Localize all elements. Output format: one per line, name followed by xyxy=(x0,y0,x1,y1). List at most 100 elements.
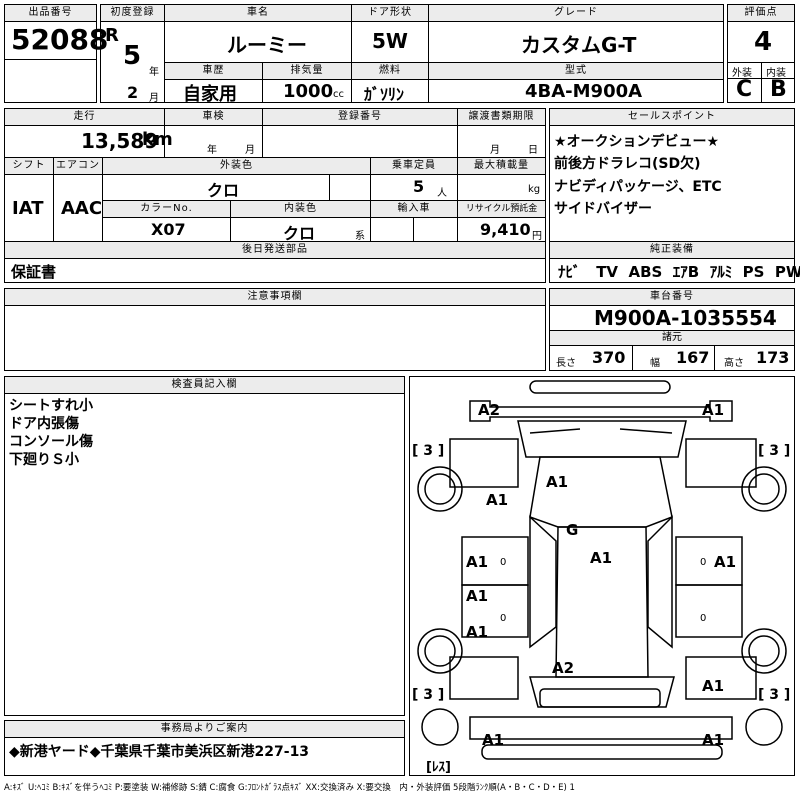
bracket-mark: [ 3 ] xyxy=(412,687,444,703)
dims-label: 諸元 xyxy=(550,331,794,346)
equipment-list: ﾅﾋﾞ TV ABS ｴｱB ｱﾙﾐ PS PW xyxy=(558,261,800,282)
color-no-value: X07 xyxy=(151,220,186,239)
bracket-mark: [ 3 ] xyxy=(758,687,790,703)
sales-point-line: 前後方ドラレコ(SD欠) xyxy=(554,156,701,172)
first-reg-month-unit: 月 xyxy=(149,93,159,104)
legend: A:ｷｽﾞ U:ﾍｺﾐ B:ｷｽﾞを伴うﾍｺﾐ P:要塗装 W:補修跡 S:錆 … xyxy=(4,783,575,793)
damage-mark: A1 xyxy=(486,491,508,509)
first-reg-year-unit: 年 xyxy=(149,67,159,78)
sales-point-line: サイドバイザー xyxy=(554,201,652,217)
damage-mark: A1 xyxy=(702,731,724,749)
dims-len-label: 長さ xyxy=(556,358,576,369)
int-color-box: 内装色 クロ 系 xyxy=(230,200,371,243)
zero-mark: 0 xyxy=(500,557,506,568)
inspector-box: 検査員記入欄 シートすれ小 ドア内張傷 コンソール傷 下廻りＳ小 xyxy=(4,376,405,716)
max-load-label: 最大積載量 xyxy=(458,158,545,175)
equipment-item: ｱﾙﾐ xyxy=(709,263,733,281)
displacement-label: 排気量 xyxy=(263,63,351,80)
reg-no-label: 登録番号 xyxy=(263,109,457,126)
dims-wid-label: 幅 xyxy=(650,358,660,369)
zero-mark: 0 xyxy=(500,613,506,624)
first-reg-year: 5 xyxy=(123,41,142,71)
score-box: 評価点 4 xyxy=(727,4,795,63)
notes-box: 注意事項欄 xyxy=(4,288,546,371)
max-load-box: 最大積載量 kg xyxy=(457,157,546,201)
recycle-label: リサイクル預託金 xyxy=(458,201,545,218)
model-value: 4BA-M900A xyxy=(525,81,643,102)
score-label: 評価点 xyxy=(728,5,794,22)
dims-hei: 173 xyxy=(756,348,790,367)
recycle-value: 9,410 xyxy=(480,220,531,239)
office-value: ◆新港ヤード◆千葉県千葉市美浜区新港227-13 xyxy=(9,744,310,760)
equipment-item: ｴｱB xyxy=(672,263,700,281)
bracket-mark: [ 3 ] xyxy=(758,443,790,459)
capacity-value: 5 xyxy=(413,177,425,196)
car-name-box: 車名 ルーミー xyxy=(164,4,352,63)
score-int: B xyxy=(770,77,787,102)
lot-label: 出品番号 xyxy=(5,5,96,22)
chassis-box: 車台番号 M900A-1035554 諸元 長さ 370 幅 167 高さ 17… xyxy=(549,288,795,371)
sales-point-line: ★オークションデビュー★ xyxy=(554,134,720,150)
transfer-month: 月 xyxy=(490,145,500,156)
damage-mark: A1 xyxy=(466,623,488,641)
damage-mark: A1 xyxy=(466,553,488,571)
equipment-item: ABS xyxy=(628,263,663,281)
doors-value: 5W xyxy=(372,29,408,53)
later-parts-box: 後日発送部品 保証書 xyxy=(4,241,546,283)
displacement-unit: cc xyxy=(333,89,344,100)
fuel-value: ｶﾞｿﾘﾝ xyxy=(364,85,405,104)
chassis-value: M900A-1035554 xyxy=(594,306,777,330)
displacement-value: 1000 xyxy=(283,81,334,102)
less-mark: [ﾚｽ] xyxy=(426,760,451,775)
ext-color-box: 外装色 クロ xyxy=(102,157,371,201)
sales-point-line: ナビディパッケージ、ETC xyxy=(554,179,722,195)
damage-mark: A1 xyxy=(714,553,736,571)
grade-value: カスタムG-T xyxy=(521,33,637,57)
damage-mark: A2 xyxy=(552,659,574,677)
recycle-unit: 円 xyxy=(532,231,542,242)
aircon-value: AAC xyxy=(61,198,103,219)
model-box: 型式 4BA-M900A xyxy=(428,62,724,103)
capacity-unit: 人 xyxy=(437,188,447,199)
displacement-box: 排気量 1000 cc xyxy=(262,62,352,103)
history-label: 車歴 xyxy=(165,63,262,80)
dims-hei-label: 高さ xyxy=(724,358,744,369)
damage-mark: A1 xyxy=(546,473,568,491)
doors-box: ドア形状 5W xyxy=(351,4,429,63)
aircon-label: エアコン xyxy=(54,158,102,175)
first-reg-label: 初度登録 xyxy=(101,5,164,22)
zero-mark: 0 xyxy=(700,613,706,624)
dims-wid: 167 xyxy=(676,348,710,367)
inspection-year: 年 xyxy=(207,145,217,156)
model-label: 型式 xyxy=(429,63,723,80)
notes-label: 注意事項欄 xyxy=(5,289,545,306)
inspection-box: 車検 年 月 xyxy=(164,108,263,158)
color-no-label: カラーNo. xyxy=(103,201,230,218)
first-reg-month: 2 xyxy=(127,83,139,102)
zero-mark: 0 xyxy=(700,557,706,568)
capacity-label: 乗車定員 xyxy=(371,158,457,175)
car-diagram-box: A2 A1 A1 A1 G A1 A1 A1 A1 A1 A2 A1 A1 A1… xyxy=(409,376,795,776)
ext-color-label: 外装色 xyxy=(103,158,370,175)
equipment-box: 純正装備 ﾅﾋﾞ TV ABS ｴｱB ｱﾙﾐ PS PW xyxy=(549,241,800,283)
max-load-unit: kg xyxy=(528,184,541,195)
score-ext: C xyxy=(736,77,753,102)
office-label: 事務局よりご案内 xyxy=(5,721,404,738)
equipment-label: 純正装備 xyxy=(550,242,794,259)
inspector-line: 下廻りＳ小 xyxy=(9,452,79,468)
car-name-value: ルーミー xyxy=(227,33,307,57)
damage-mark: A1 xyxy=(702,401,724,419)
equipment-item: PS xyxy=(742,263,765,281)
import-box: 輸入車 xyxy=(370,200,458,242)
grade-box: グレード カスタムG-T xyxy=(428,4,724,63)
later-parts-value: 保証書 xyxy=(11,263,57,281)
car-diagram: A2 A1 A1 A1 G A1 A1 A1 A1 A1 A2 A1 A1 A1… xyxy=(412,380,790,775)
mileage-box: 走行 13,589 km xyxy=(4,108,173,158)
transfer-box: 譲渡書類期限 月 日 xyxy=(457,108,546,158)
damage-mark: A1 xyxy=(482,731,504,749)
mileage-label: 走行 xyxy=(5,109,164,126)
doors-label: ドア形状 xyxy=(352,5,428,22)
damage-mark: A1 xyxy=(590,549,612,567)
capacity-box: 乗車定員 5 人 xyxy=(370,157,458,201)
recycle-box: リサイクル預託金 9,410 円 xyxy=(457,200,546,242)
